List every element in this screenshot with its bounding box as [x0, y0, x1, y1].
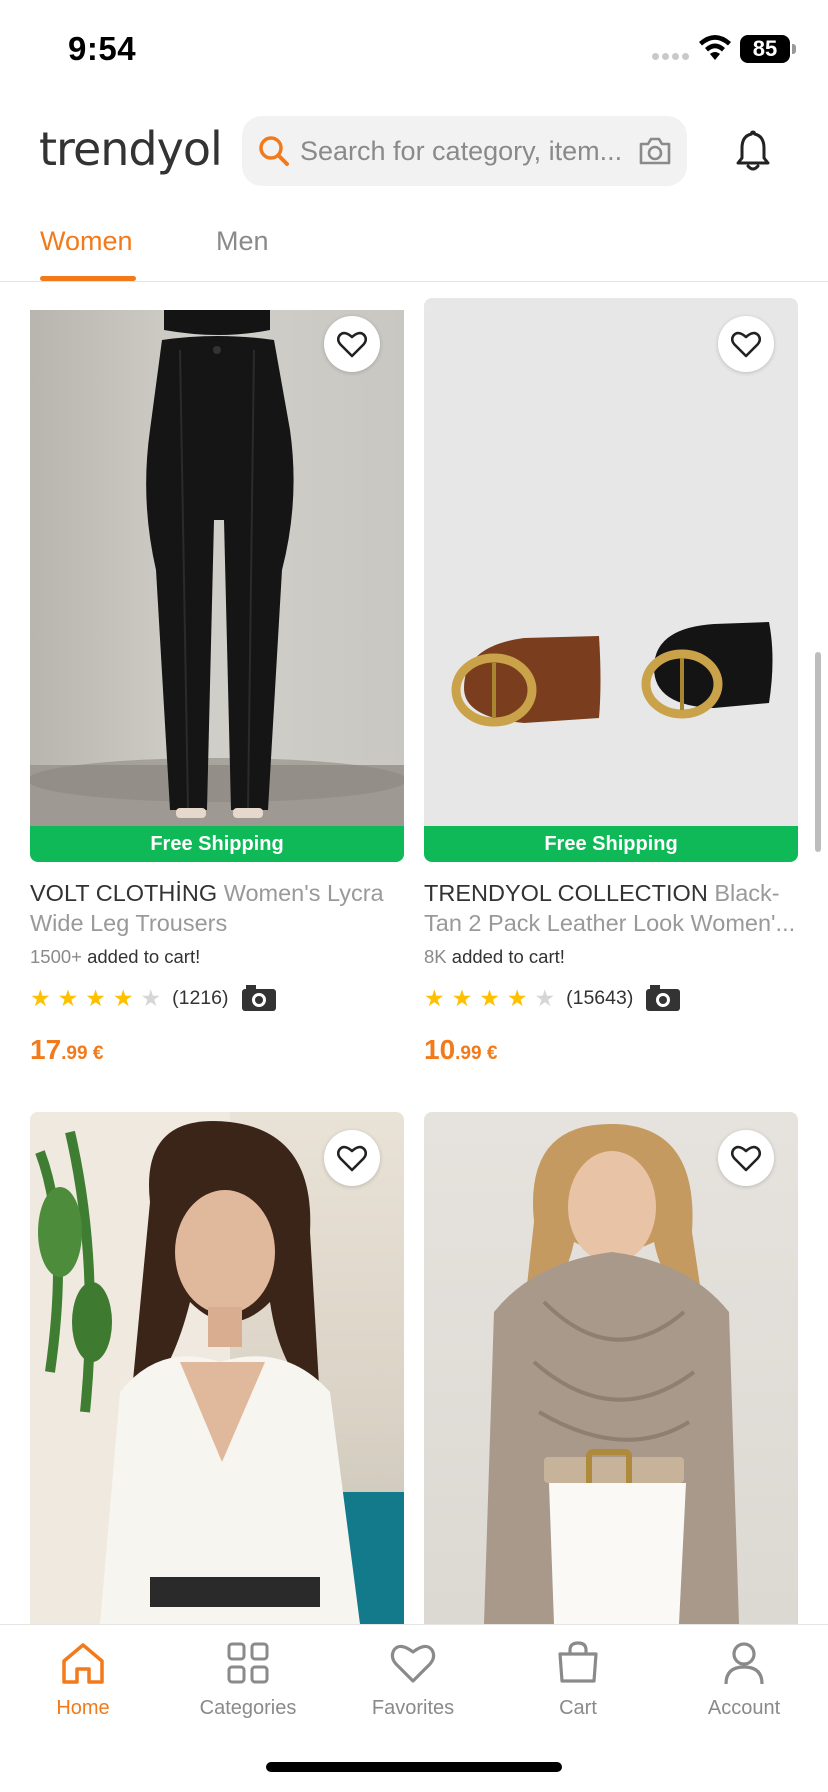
added-count: 8K — [424, 946, 447, 967]
star-icon: ★ — [85, 984, 106, 1011]
heart-icon — [731, 331, 761, 358]
tab-men[interactable]: Men — [216, 226, 269, 257]
product-price: 17.99 € — [30, 1034, 103, 1066]
search-bar[interactable]: Search for category, item... — [242, 116, 687, 186]
product-image[interactable] — [424, 1112, 798, 1624]
favorite-button[interactable] — [718, 1130, 774, 1186]
battery-indicator: 85 — [740, 35, 790, 63]
review-count: (15643) — [566, 986, 634, 1009]
price-integer: 10 — [424, 1034, 456, 1065]
product-title[interactable]: TRENDYOL COLLECTION Black-Tan 2 Pack Lea… — [424, 878, 798, 938]
favorite-button[interactable] — [324, 316, 380, 372]
nav-categories[interactable]: Categories — [178, 1639, 318, 1720]
product-image[interactable] — [30, 1112, 404, 1624]
heart-icon — [731, 1145, 761, 1172]
nav-cart[interactable]: Cart — [508, 1639, 648, 1720]
scrollbar[interactable] — [815, 652, 821, 852]
bag-icon — [558, 1641, 598, 1683]
photo-review-icon — [241, 985, 276, 1011]
product-title[interactable]: VOLT CLOTHİNG Women's Lycra Wide Leg Tro… — [30, 878, 404, 938]
favorite-button[interactable] — [324, 1130, 380, 1186]
star-icon: ★ — [506, 984, 528, 1011]
nav-label: Categories — [199, 1697, 297, 1719]
beige-top-illustration — [484, 1123, 739, 1624]
nav-label: Cart — [559, 1697, 597, 1719]
product-card[interactable]: Free Shipping TRENDYOL COLLECTION Black-… — [424, 298, 798, 1078]
home-icon — [62, 1643, 104, 1684]
star-icon: ★ — [30, 984, 51, 1011]
nav-home[interactable]: Home — [13, 1639, 153, 1720]
nav-account[interactable]: Account — [674, 1639, 814, 1720]
product-card[interactable] — [424, 1112, 798, 1624]
product-card[interactable]: Free Shipping VOLT CLOTHİNG Women's Lycr… — [30, 298, 404, 1078]
price-integer: 17 — [30, 1034, 62, 1065]
price-decimal: .99 € — [61, 1043, 104, 1064]
star-empty-icon: ★ — [534, 984, 556, 1011]
heart-icon — [337, 1145, 367, 1172]
star-icon: ★ — [112, 984, 134, 1011]
product-image[interactable] — [424, 298, 798, 826]
rating: ★ ★ ★ ★ ★ (15643) — [424, 984, 681, 1012]
heart-icon — [390, 1644, 436, 1683]
product-brand: VOLT CLOTHİNG — [30, 880, 218, 906]
trendyol-logo[interactable]: trendyol — [39, 122, 223, 176]
home-indicator — [266, 1762, 562, 1772]
product-card[interactable] — [30, 1112, 404, 1624]
nav-label: Home — [56, 1697, 110, 1719]
search-input[interactable]: Search for category, item... — [300, 136, 640, 167]
active-tab-indicator — [40, 276, 136, 281]
star-icon: ★ — [57, 984, 79, 1011]
trousers-illustration — [30, 310, 404, 826]
rating: ★ ★ ★ ★ ★ (1216) — [30, 984, 277, 1012]
star-icon: ★ — [451, 984, 473, 1011]
belts-illustration — [451, 622, 773, 727]
review-count: (1216) — [172, 986, 229, 1009]
price-decimal: .99 € — [455, 1043, 498, 1064]
user-icon — [724, 1642, 764, 1685]
product-price: 10.99 € — [424, 1034, 497, 1066]
nav-favorites[interactable]: Favorites — [343, 1639, 483, 1720]
nav-label: Account — [707, 1697, 781, 1719]
header: trendyol Search for category, item... — [0, 100, 828, 210]
star-empty-icon: ★ — [140, 984, 162, 1011]
bell-icon[interactable] — [732, 128, 774, 174]
tab-women[interactable]: Women — [40, 226, 133, 257]
camera-icon[interactable] — [637, 135, 673, 167]
favorite-button[interactable] — [718, 316, 774, 372]
product-image[interactable] — [30, 310, 404, 826]
photo-review-icon — [646, 985, 681, 1011]
search-icon — [259, 136, 289, 166]
grid-icon — [227, 1642, 269, 1684]
free-shipping-badge: Free Shipping — [424, 826, 798, 862]
added-to-cart-info: 1500+ added to cart! — [30, 946, 200, 968]
status-time: 9:54 — [68, 30, 137, 67]
nav-label: Favorites — [371, 1697, 455, 1719]
added-count: 1500+ — [30, 946, 82, 967]
added-text: added to cart! — [87, 946, 201, 967]
star-icon: ★ — [424, 984, 445, 1011]
status-bar: 9:54 85 — [0, 0, 828, 100]
added-to-cart-info: 8K added to cart! — [424, 946, 565, 968]
wifi-icon — [699, 35, 731, 60]
free-shipping-badge: Free Shipping — [30, 826, 404, 862]
star-icon: ★ — [479, 984, 500, 1011]
product-brand: TRENDYOL COLLECTION — [424, 880, 708, 906]
signal-icon — [652, 53, 689, 60]
battery-tip — [792, 44, 796, 54]
white-top-illustration — [30, 1112, 404, 1624]
gender-tabs: Women Men — [0, 210, 828, 282]
heart-icon — [337, 331, 367, 358]
added-text: added to cart! — [451, 946, 565, 967]
